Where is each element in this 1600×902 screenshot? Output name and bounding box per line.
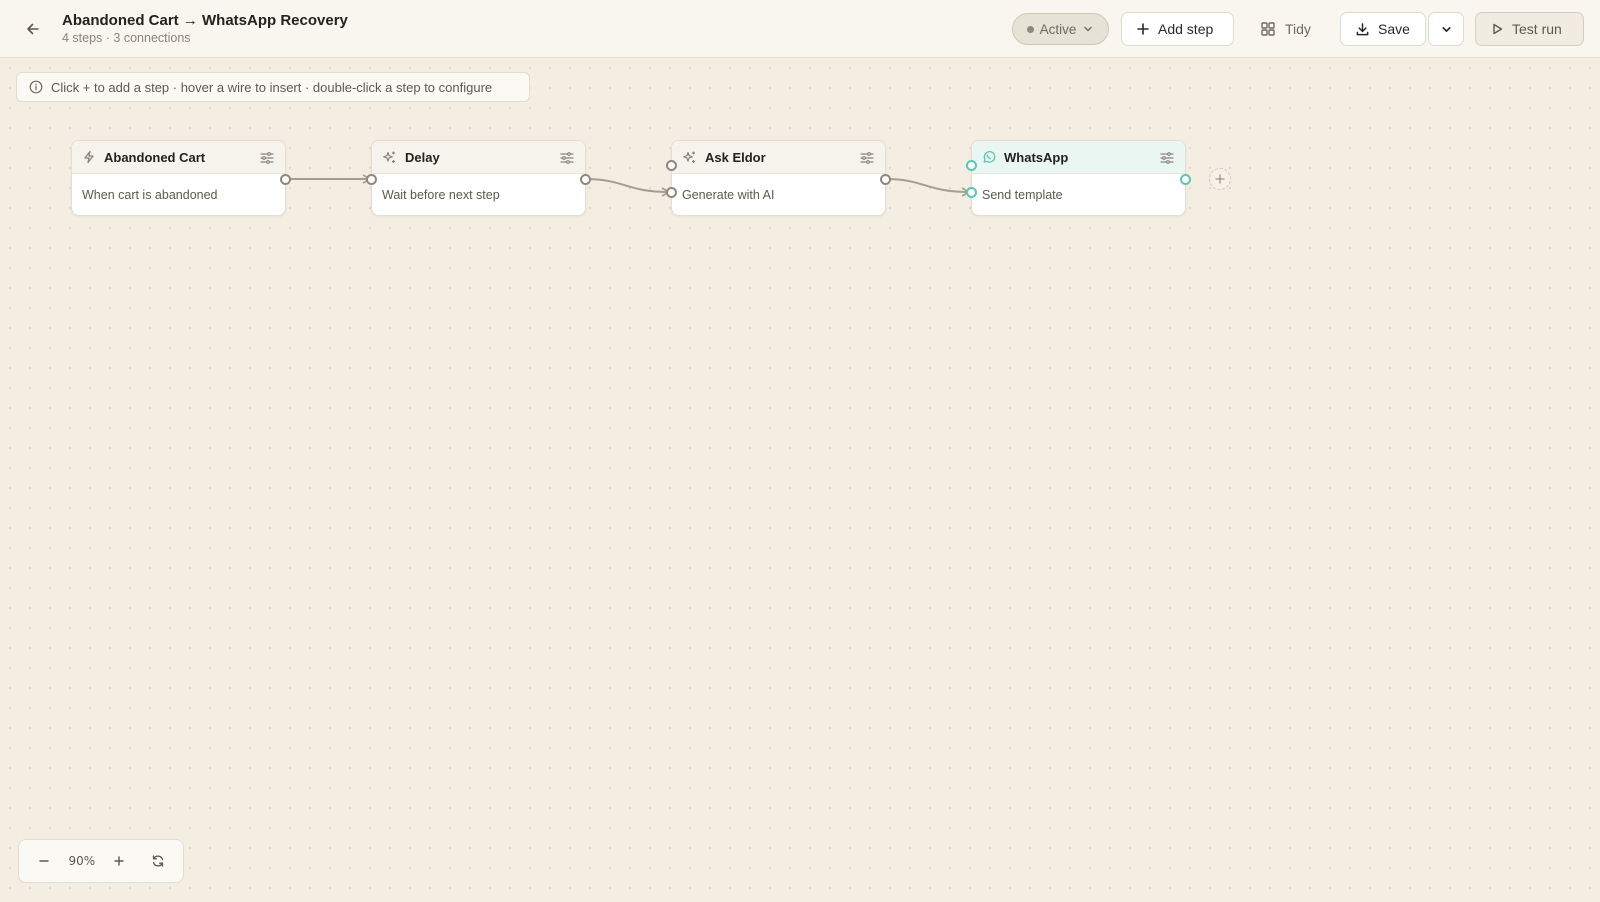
test-run-button[interactable]: Test run [1475,12,1584,46]
step-node-delay[interactable]: Delay Wait before next step [366,140,591,216]
sliders-icon [1160,152,1174,164]
bolt-icon [84,150,94,164]
node-description: Generate with AI [682,188,775,202]
node-settings-button[interactable] [859,150,875,166]
info-icon [29,80,43,94]
status-dot-icon [1026,25,1034,33]
plus-icon [114,856,125,866]
top-bar: Abandoned Cart → WhatsApp Recovery 4 ste… [0,0,1600,58]
input-port[interactable] [966,187,977,198]
grid-icon [1261,22,1275,36]
input-port-alt[interactable] [966,160,977,171]
step-node-whatsapp[interactable]: WhatsApp Send template [966,140,1191,216]
append-step-button[interactable] [1209,168,1231,190]
save-label: Save [1378,21,1410,37]
minus-icon [39,860,49,862]
refresh-icon [152,855,163,867]
zoom-in-button[interactable] [105,847,133,875]
node-title: Delay [405,149,440,165]
node-header: Delay [372,141,585,174]
plus-icon [1215,174,1225,184]
node-settings-button[interactable] [259,150,275,166]
chevron-down-icon [1084,26,1093,32]
add-step-button[interactable]: Add step [1121,12,1234,46]
node-title: Ask Eldor [705,149,766,165]
sparkle-icon [383,151,395,163]
node-settings-button[interactable] [559,150,575,166]
workflow-title: Abandoned Cart → WhatsApp Recovery [62,12,348,29]
step-node-abandoned-cart[interactable]: Abandoned Cart When cart is abandoned [71,140,291,216]
plus-icon [1137,23,1149,35]
whatsapp-icon [983,151,996,163]
test-run-label: Test run [1512,21,1562,37]
hint-text: Click + to add a step · hover a wire to … [51,79,493,95]
status-dropdown[interactable]: Active [1012,13,1109,45]
node-description: When cart is abandoned [82,188,218,202]
node-title: WhatsApp [1004,149,1069,165]
node-settings-button[interactable] [1159,150,1175,166]
zoom-controls: 90% [18,839,184,883]
output-port[interactable] [880,174,891,185]
output-port[interactable] [1180,174,1191,185]
step-node-ask-eldor[interactable]: Ask Eldor Generate with AI [666,140,891,216]
canvas-hint: Click + to add a step · hover a wire to … [16,72,530,102]
input-port[interactable] [366,174,377,185]
tidy-label: Tidy [1285,21,1311,37]
node-title: Abandoned Cart [104,149,206,165]
node-description: Send template [982,188,1063,202]
chevron-down-icon [1441,26,1451,32]
save-options-button[interactable] [1428,12,1464,46]
back-button[interactable] [20,16,46,42]
output-port[interactable] [580,174,591,185]
node-description: Wait before next step [382,188,500,202]
zoom-level: 90% [68,854,96,868]
arrow-left-icon [27,23,39,35]
sliders-icon [560,152,574,164]
input-port[interactable] [666,187,677,198]
reset-view-button[interactable] [144,847,172,875]
sparkle-icon [683,151,695,163]
sliders-icon [260,152,274,164]
zoom-out-button[interactable] [30,847,58,875]
workflow-summary: 4 steps · 3 connections [62,31,191,45]
tidy-button[interactable]: Tidy [1252,12,1319,46]
add-step-label: Add step [1158,21,1214,37]
download-icon [1356,22,1369,35]
node-header: WhatsApp [972,141,1185,174]
save-button[interactable]: Save [1340,12,1426,46]
node-header: Abandoned Cart [72,141,285,174]
input-port-alt[interactable] [666,160,677,171]
sliders-icon [860,152,874,164]
play-icon [1493,23,1503,35]
status-label: Active [1039,21,1077,37]
output-port[interactable] [280,174,291,185]
node-header: Ask Eldor [672,141,885,174]
